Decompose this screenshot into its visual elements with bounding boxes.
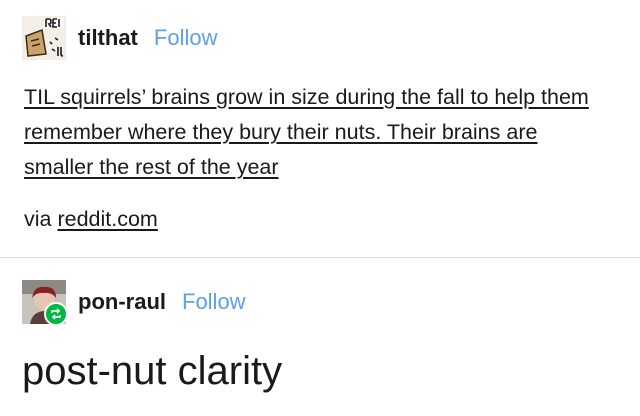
source-line: via reddit.com [24, 202, 158, 237]
post-header: pon-raul Follow [22, 280, 246, 326]
via-prefix: via [24, 207, 58, 231]
follow-button[interactable]: Follow [154, 25, 218, 51]
source-link[interactable]: reddit.com [57, 207, 157, 231]
follow-button[interactable]: Follow [182, 289, 246, 315]
post-pon-raul: pon-raul Follow post-nut clarity [0, 258, 640, 416]
post-body-link[interactable]: TIL squirrels’ brains grow in size durin… [24, 85, 589, 179]
user-avatar-icon[interactable] [22, 280, 68, 326]
reply-text: post-nut clarity [22, 349, 283, 393]
til-logo-icon[interactable] [22, 16, 66, 60]
username-tilthat[interactable]: tilthat [78, 25, 138, 51]
username-pon-raul[interactable]: pon-raul [78, 289, 166, 315]
post-body: TIL squirrels’ brains grow in size durin… [24, 80, 604, 185]
reblog-icon [44, 302, 68, 326]
post-header: tilthat Follow [22, 16, 217, 60]
post-tilthat: tilthat Follow TIL squirrels’ brains gro… [0, 0, 640, 258]
